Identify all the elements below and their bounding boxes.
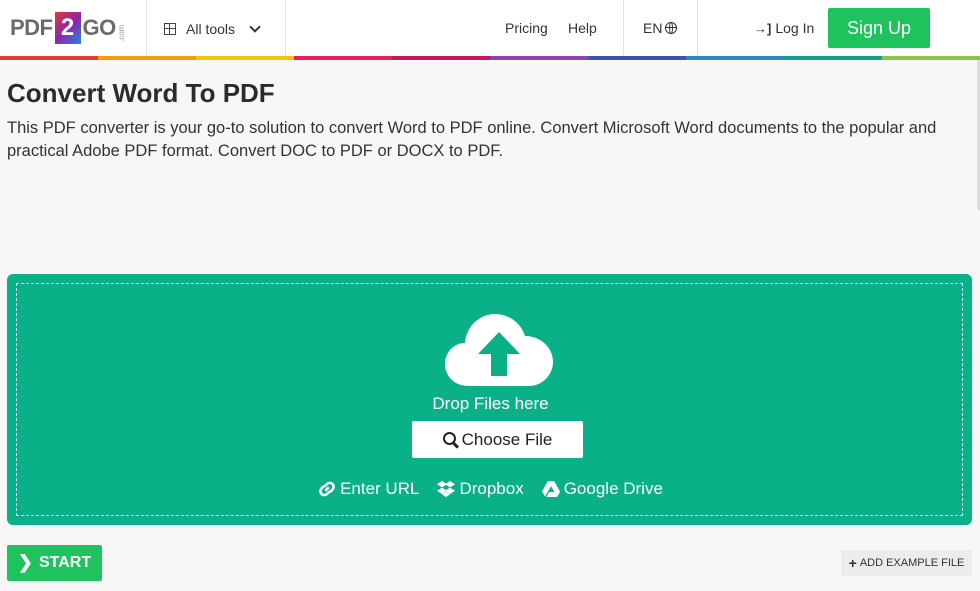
upload-sources: Enter URL Dropbox Google Drive (17, 479, 964, 499)
choose-file-label: Choose File (461, 429, 553, 449)
pdf2go-logo[interactable]: PDF 2 GO .com (10, 8, 126, 48)
top-navbar: PDF 2 GO .com All tools Pricing Help EN … (0, 0, 980, 56)
logo-com-text: .com (116, 24, 126, 42)
choose-file-button[interactable]: Choose File (412, 421, 583, 458)
rainbow-segment (882, 56, 980, 60)
login-link[interactable]: →] Log In (754, 20, 814, 36)
add-example-file-button[interactable]: + ADD EXAMPLE FILE (841, 550, 972, 576)
all-tools-menu[interactable]: All tools (163, 18, 261, 40)
logo-go-text: GO (82, 15, 117, 40)
all-tools-label: All tools (186, 21, 236, 37)
help-link[interactable]: Help (568, 20, 597, 36)
dropbox-button[interactable]: Dropbox (437, 479, 524, 499)
add-example-label: ADD EXAMPLE FILE (859, 557, 965, 569)
enter-url-label: Enter URL (340, 479, 420, 498)
dropzone-dashed-area[interactable]: Drop Files here Choose File Enter URL Dr… (16, 283, 963, 516)
sign-in-icon: →] (754, 20, 772, 36)
divider (285, 0, 286, 56)
logo-pdf-text: PDF (10, 15, 53, 40)
divider (146, 0, 147, 56)
chevron-right-icon: ❯ (17, 551, 33, 572)
google-drive-icon (541, 481, 560, 497)
link-icon (319, 481, 335, 497)
drop-files-text: Drop Files here (432, 394, 549, 413)
grid-icon (163, 22, 176, 35)
page-description: This PDF converter is your go-to solutio… (7, 119, 937, 160)
google-drive-label: Google Drive (563, 479, 663, 498)
divider (697, 0, 698, 56)
signup-button[interactable]: Sign Up (828, 8, 930, 48)
rainbow-segment (686, 56, 784, 60)
rainbow-segment (294, 56, 392, 60)
chevron-down-icon (249, 21, 261, 33)
file-dropzone[interactable]: Drop Files here Choose File Enter URL Dr… (7, 274, 972, 525)
language-selector[interactable]: EN (643, 20, 678, 36)
pricing-link[interactable]: Pricing (505, 20, 548, 36)
login-label: Log In (775, 20, 815, 36)
start-label: START (38, 554, 92, 571)
rainbow-segment (784, 56, 882, 60)
rainbow-stripe (0, 56, 980, 60)
rainbow-segment (392, 56, 490, 60)
search-icon (442, 431, 456, 445)
plus-icon: + (848, 555, 857, 571)
dropbox-label: Dropbox (459, 479, 524, 498)
logo-two-badge: 2 (54, 12, 81, 44)
rainbow-segment (98, 56, 196, 60)
rainbow-segment (588, 56, 686, 60)
google-drive-button[interactable]: Google Drive (541, 479, 663, 499)
rainbow-segment (490, 56, 588, 60)
language-label: EN (643, 20, 663, 36)
page-title: Convert Word To PDF (7, 78, 275, 108)
globe-icon (665, 21, 678, 34)
cloud-upload-icon (445, 314, 553, 386)
enter-url-button[interactable]: Enter URL (318, 479, 419, 499)
rainbow-segment (196, 56, 294, 60)
rainbow-segment (0, 56, 98, 60)
divider (623, 0, 624, 56)
dropbox-icon (437, 481, 456, 497)
start-button[interactable]: ❯ START (7, 545, 102, 581)
